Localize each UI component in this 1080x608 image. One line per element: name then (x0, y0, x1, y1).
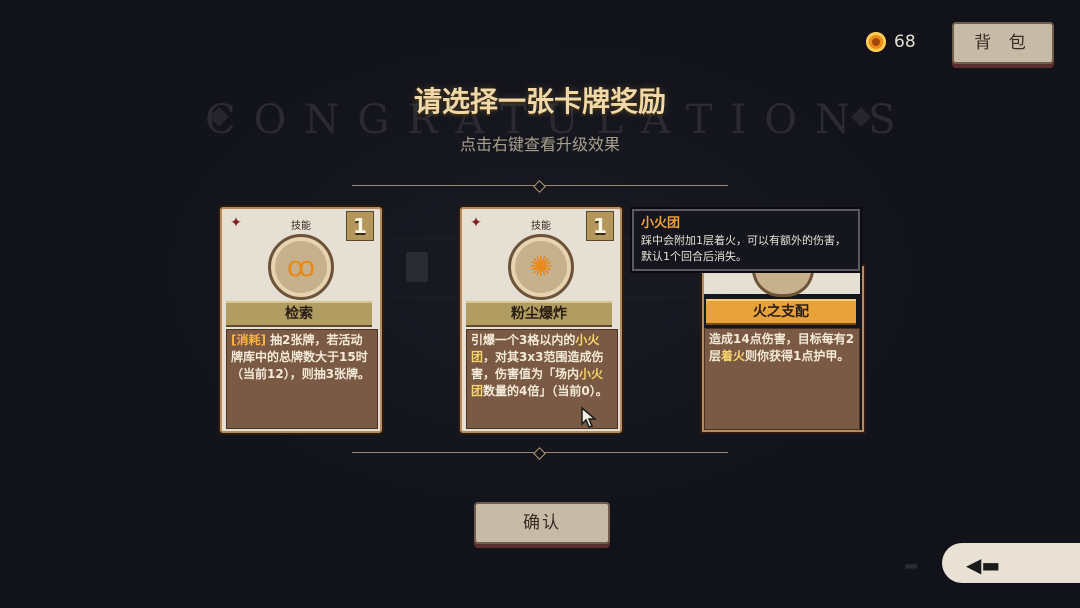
tooltip-body: 踩中会附加1层着火，可以有额外的伤害，默认1个回合后消失。 (641, 234, 846, 263)
card-corner-icon: ✦ (230, 215, 242, 231)
card-name: 火之支配 (706, 299, 856, 325)
background-ghost-icon (406, 252, 428, 282)
bag-button[interactable]: 背 包 (952, 22, 1054, 64)
top-divider (352, 180, 728, 193)
bottom-divider (352, 447, 728, 460)
card-name: 检索 (226, 301, 372, 327)
card-dust-explosion[interactable]: ✦ 技能 1 ✺ 粉尘爆炸 引爆一个3格以内的小火团，对其3x3范围造成伤害，伤… (460, 207, 622, 433)
page-subtitle: 点击右键查看升级效果 (459, 135, 620, 154)
back-arrow-icon: ◀▬ (966, 553, 1001, 577)
keyword-tooltip: 小火团 踩中会附加1层着火，可以有额外的伤害，默认1个回合后消失。 (632, 209, 860, 271)
card-search[interactable]: ✦ 技能 1 ꝏ 检索 [消耗] 抽2张牌，若活动牌库中的总牌数大于15时（当前… (220, 207, 382, 433)
card-cost: 1 (346, 211, 374, 241)
coin-icon (866, 32, 886, 52)
page-title: 请选择一张卡牌奖励 (413, 85, 666, 118)
tooltip-title: 小火团 (641, 216, 681, 231)
card-type-label: 技能 (291, 221, 311, 232)
card-type-label: 技能 (531, 221, 551, 232)
pointer-cursor-icon (581, 406, 598, 428)
back-button[interactable]: ◀▬ (942, 543, 1080, 583)
card-description: [消耗] 抽2张牌，若活动牌库中的总牌数大于15时（当前12），则抽3张牌。 (226, 329, 378, 429)
card-description: 造成14点伤害，目标每有2层着火则你获得1点护甲。 (704, 328, 860, 430)
card-name: 粉尘爆炸 (466, 301, 612, 327)
coin-count: 68 (894, 32, 916, 52)
confirm-button[interactable]: 确认 (474, 502, 610, 544)
squirrel-icon: ꝏ (268, 234, 334, 300)
explosion-icon: ✺ (508, 234, 574, 300)
ghost-arrow-icon: ➦ (904, 556, 920, 577)
card-corner-icon: ✦ (470, 215, 482, 231)
card-cost: 1 (586, 211, 614, 241)
